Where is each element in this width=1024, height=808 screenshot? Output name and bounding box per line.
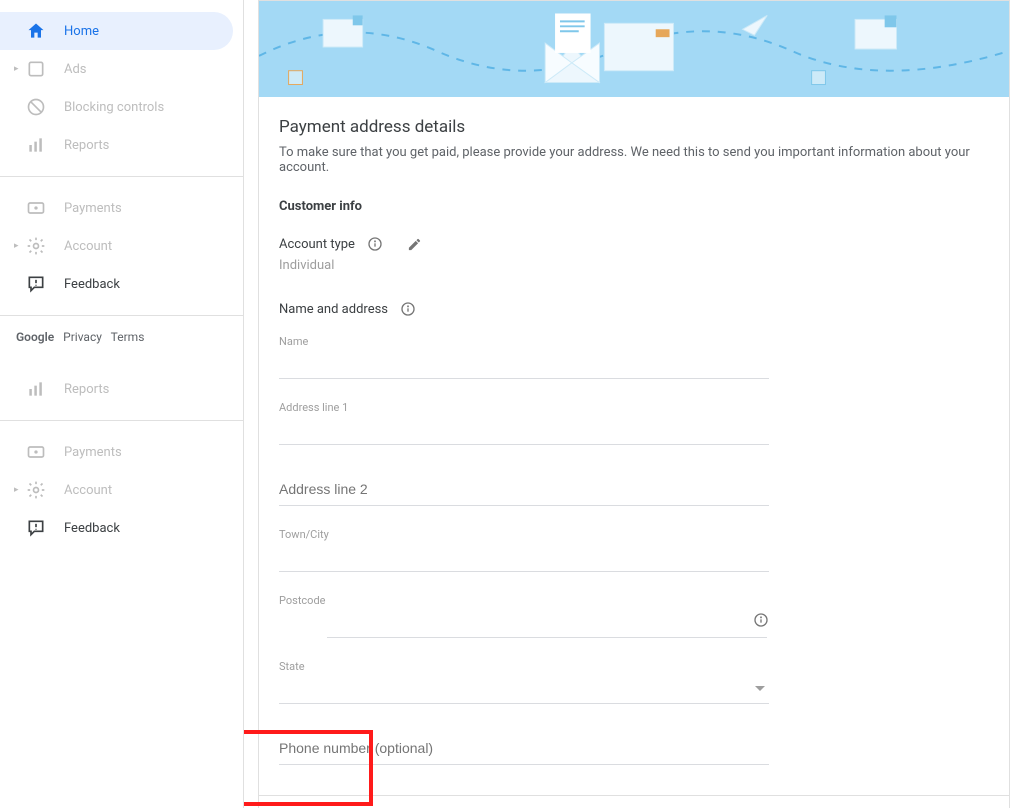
sidebar-item-label: Account (64, 483, 112, 498)
name-field: Name (279, 335, 769, 379)
customer-info-heading: Customer info (279, 199, 989, 214)
payments-icon (26, 198, 46, 218)
account-type-value: Individual (279, 258, 989, 273)
info-icon[interactable] (753, 612, 769, 632)
payment-card: Payment address details To make sure tha… (258, 0, 1010, 808)
sidebar-item-label: Feedback (64, 521, 120, 536)
home-icon (26, 21, 46, 41)
sidebar-item-label: Feedback (64, 277, 120, 292)
nav-group-3: ▸Reports (0, 358, 243, 420)
card-content: Payment address details To make sure tha… (259, 97, 1009, 795)
gear-icon (26, 480, 46, 500)
sidebar-item-label: Reports (64, 138, 109, 153)
sidebar-item-label: Ads (64, 62, 87, 77)
name-input[interactable] (279, 352, 769, 379)
banner-illustration (259, 1, 1009, 97)
sidebar: ▸Home▸Ads▸Blocking controls▸Reports ▸Pay… (0, 0, 244, 808)
nav-group-4: ▸Payments ▸ Account ▸Feedback (0, 420, 243, 559)
sidebar-item-label: Payments (64, 445, 122, 460)
sidebar-item-ads[interactable]: ▸ Ads (0, 50, 233, 88)
phone-field (279, 732, 769, 765)
postcode-field: Postcode (279, 594, 769, 638)
account-type-row: Account type (279, 236, 989, 252)
state-label: State (279, 660, 769, 673)
terms-link[interactable]: Terms (111, 330, 145, 344)
page-title: Payment address details (279, 117, 989, 137)
address1-input[interactable] (279, 418, 769, 445)
chevron-right-icon: ▸ (14, 487, 20, 493)
sidebar-item-reports[interactable]: ▸Reports (0, 370, 233, 408)
sidebar-item-label: Payments (64, 201, 122, 216)
sidebar-item-label: Blocking controls (64, 100, 164, 115)
pencil-icon[interactable] (407, 237, 422, 252)
nav-group-2: ▸Payments ▸ Account ▸Feedback (0, 176, 243, 315)
gear-icon (26, 236, 46, 256)
feedback-icon (26, 518, 46, 538)
sidebar-item-label: Home (64, 24, 99, 39)
ads-icon (26, 59, 46, 79)
address2-field (279, 473, 769, 506)
town-input[interactable] (279, 545, 769, 572)
town-field: Town/City (279, 528, 769, 572)
postcode-input[interactable] (327, 611, 767, 638)
sidebar-item-home[interactable]: ▸Home (0, 12, 233, 50)
bar-chart-icon (26, 135, 46, 155)
account-type-label: Account type (279, 237, 355, 252)
sidebar-item-label: Reports (64, 382, 109, 397)
name-address-label: Name and address (279, 302, 388, 317)
address1-field: Address line 1 (279, 401, 769, 445)
sidebar-item-payments[interactable]: ▸Payments (0, 189, 233, 227)
submit-row: SUBMIT (259, 795, 1009, 808)
feedback-icon (26, 274, 46, 294)
nav-group-1: ▸Home ▸ Ads ▸Blocking controls▸Reports (0, 0, 243, 176)
state-select[interactable] (279, 677, 769, 704)
sidebar-item-account[interactable]: ▸ Account (0, 227, 233, 265)
sidebar-item-blocking-controls[interactable]: ▸Blocking controls (0, 88, 233, 126)
address2-input[interactable] (279, 473, 769, 506)
info-icon[interactable] (367, 236, 383, 252)
sidebar-item-label: Account (64, 239, 112, 254)
chevron-right-icon: ▸ (14, 66, 20, 72)
chevron-down-icon (755, 681, 765, 696)
payments-icon (26, 442, 46, 462)
name-label: Name (279, 335, 769, 348)
chevron-right-icon: ▸ (14, 243, 20, 249)
block-icon (26, 97, 46, 117)
sidebar-item-payments[interactable]: ▸Payments (0, 433, 233, 471)
sidebar-footer: Google Privacy Terms (0, 315, 243, 358)
postcode-label: Postcode (279, 594, 769, 607)
name-address-row: Name and address (279, 301, 989, 317)
sidebar-item-account[interactable]: ▸ Account (0, 471, 233, 509)
sidebar-item-feedback[interactable]: ▸Feedback (0, 509, 233, 547)
address-form: Name Address line 1 Town/City Postcode (279, 335, 769, 765)
bar-chart-icon (26, 379, 46, 399)
sidebar-item-reports[interactable]: ▸Reports (0, 126, 233, 164)
town-label: Town/City (279, 528, 769, 541)
phone-input[interactable] (279, 732, 769, 765)
sidebar-item-feedback[interactable]: ▸Feedback (0, 265, 233, 303)
main-content: Payment address details To make sure tha… (244, 0, 1024, 808)
page-description: To make sure that you get paid, please p… (279, 145, 989, 175)
address1-label: Address line 1 (279, 401, 769, 414)
info-icon[interactable] (400, 301, 416, 317)
state-field: State (279, 660, 769, 704)
google-logo-text: Google (16, 330, 54, 344)
privacy-link[interactable]: Privacy (63, 330, 102, 344)
